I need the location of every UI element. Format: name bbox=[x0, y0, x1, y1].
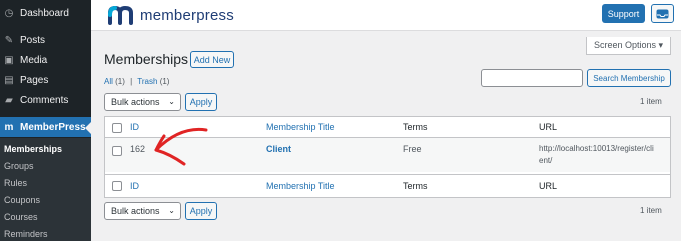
search-membership-button[interactable]: Search Membership bbox=[587, 69, 671, 87]
filter-all-count: (1) bbox=[115, 77, 125, 86]
active-indicator bbox=[85, 122, 91, 134]
admin-sidebar: ◷ Dashboard ✎ Posts ▣ Media ▤ Pages ▰ Co… bbox=[0, 0, 91, 241]
inbox-button[interactable] bbox=[651, 4, 674, 23]
pages-icon: ▤ bbox=[4, 74, 14, 86]
annotation-arrow-icon bbox=[154, 127, 208, 166]
filter-all[interactable]: All bbox=[104, 77, 113, 86]
bulk-actions-select-bottom[interactable]: Bulk actions ⌄ bbox=[104, 202, 181, 220]
bulk-actions-select-top[interactable]: Bulk actions ⌄ bbox=[104, 93, 181, 111]
table-footer-row: ID Membership Title Terms URL bbox=[105, 174, 670, 197]
sidebar-item-dashboard[interactable]: ◷ Dashboard bbox=[0, 3, 91, 23]
plugin-header: memberpress Support bbox=[91, 0, 681, 31]
sidebar-item-label: Posts bbox=[20, 34, 46, 46]
membership-url-line1: http://localhost:10013/register/cli bbox=[539, 144, 654, 153]
apply-button-top[interactable]: Apply bbox=[185, 93, 217, 111]
row-checkbox[interactable] bbox=[112, 146, 122, 156]
sidebar-item-label: Pages bbox=[20, 74, 49, 86]
status-filters: All (1) | Trash (1) bbox=[104, 77, 169, 86]
sidebar-item-memberpress[interactable]: m MemberPress bbox=[0, 117, 91, 137]
filter-trash[interactable]: Trash bbox=[137, 77, 157, 86]
item-count-bottom: 1 item bbox=[640, 206, 662, 215]
screen-options-button[interactable]: Screen Options ▾ bbox=[586, 37, 671, 55]
column-id-footer[interactable]: ID bbox=[130, 181, 139, 191]
add-new-button[interactable]: Add New bbox=[190, 51, 234, 68]
inbox-icon bbox=[656, 9, 669, 18]
column-terms-footer: Terms bbox=[403, 181, 428, 191]
column-membership-title-footer[interactable]: Membership Title bbox=[266, 181, 335, 191]
membership-id: 162 bbox=[130, 144, 146, 154]
comments-icon: ▰ bbox=[5, 94, 13, 106]
bulk-actions-label: Bulk actions bbox=[111, 97, 160, 107]
sidebar-item-comments[interactable]: ▰ Comments bbox=[0, 90, 91, 110]
column-membership-title[interactable]: Membership Title bbox=[266, 122, 335, 132]
pin-icon: ✎ bbox=[4, 34, 14, 46]
sidebar-item-pages[interactable]: ▤ Pages bbox=[0, 70, 91, 90]
dashboard-icon: ◷ bbox=[4, 7, 14, 19]
search-input[interactable] bbox=[481, 69, 583, 87]
submenu-groups[interactable]: Groups bbox=[4, 161, 34, 171]
brand-name: memberpress bbox=[140, 6, 234, 24]
submenu-reminders[interactable]: Reminders bbox=[4, 229, 48, 239]
sidebar-item-label: Comments bbox=[20, 94, 69, 106]
memberpress-icon: m bbox=[4, 121, 14, 133]
column-url: URL bbox=[539, 122, 558, 132]
apply-button-bottom[interactable]: Apply bbox=[185, 202, 217, 220]
submenu-coupons[interactable]: Coupons bbox=[4, 195, 40, 205]
column-id[interactable]: ID bbox=[130, 122, 139, 132]
membership-terms: Free bbox=[403, 144, 422, 154]
item-count-top: 1 item bbox=[640, 97, 662, 106]
submenu-courses[interactable]: Courses bbox=[4, 212, 38, 222]
sidebar-item-label: Dashboard bbox=[20, 7, 69, 19]
column-terms: Terms bbox=[403, 122, 428, 132]
sidebar-item-media[interactable]: ▣ Media bbox=[0, 50, 91, 70]
membership-url-line2: ent/ bbox=[539, 156, 553, 165]
memberpress-submenu: Memberships Groups Rules Coupons Courses… bbox=[0, 138, 91, 241]
filter-trash-count: (1) bbox=[159, 77, 170, 86]
media-icon: ▣ bbox=[4, 54, 14, 66]
submenu-memberships[interactable]: Memberships bbox=[4, 144, 62, 154]
sidebar-item-label: MemberPress bbox=[20, 121, 86, 133]
chevron-down-icon: ⌄ bbox=[168, 206, 175, 215]
chevron-down-icon: ⌄ bbox=[168, 97, 175, 106]
submenu-rules[interactable]: Rules bbox=[4, 178, 27, 188]
filter-separator: | bbox=[130, 77, 133, 86]
sidebar-item-posts[interactable]: ✎ Posts bbox=[0, 30, 91, 50]
memberpress-logo: memberpress bbox=[107, 5, 234, 25]
page-title: Memberships bbox=[104, 51, 189, 67]
bulk-actions-label: Bulk actions bbox=[111, 206, 160, 216]
support-button[interactable]: Support bbox=[602, 4, 645, 23]
memberpress-logo-icon bbox=[108, 5, 133, 25]
select-all-checkbox-bottom[interactable] bbox=[112, 181, 122, 191]
select-all-checkbox[interactable] bbox=[112, 123, 122, 133]
column-url-footer: URL bbox=[539, 181, 558, 191]
membership-title-link[interactable]: Client bbox=[266, 144, 291, 154]
sidebar-item-label: Media bbox=[20, 54, 48, 66]
